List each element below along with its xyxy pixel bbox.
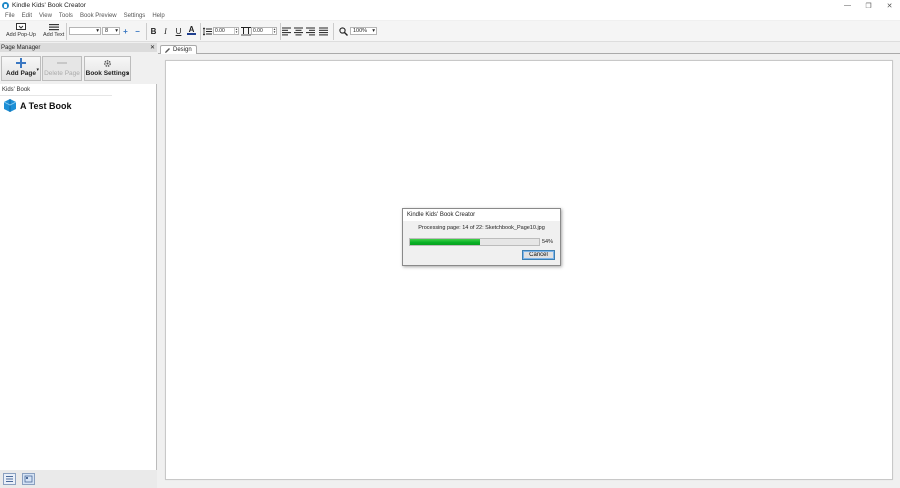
minus-icon — [57, 62, 67, 64]
tree-root-label: Kids' Book — [2, 87, 31, 93]
list-view-glyph — [6, 476, 13, 482]
menu-settings[interactable]: Settings — [124, 13, 146, 19]
toolbar-divider — [280, 23, 281, 40]
font-family-select[interactable]: ▾ — [69, 27, 101, 35]
page-manager-title: Page Manager — [1, 44, 41, 51]
toolbar-divider — [200, 23, 201, 40]
book-tree-item[interactable]: A Test Book — [3, 99, 72, 112]
add-popup-button[interactable]: Add Pop-Up — [6, 23, 36, 38]
chevron-down-icon: ▾ — [372, 28, 375, 34]
window-title: Kindle Kids' Book Creator — [12, 2, 86, 9]
close-icon[interactable]: ✕ — [150, 44, 155, 51]
character-spacing-input[interactable]: 0.00 ▴ ▾ — [251, 27, 277, 35]
app-logo-icon — [2, 2, 9, 9]
title-bar: Kindle Kids' Book Creator — ❐ ✕ — [0, 0, 900, 11]
add-page-button[interactable]: Add Page ▾ — [1, 56, 41, 81]
menu-edit[interactable]: Edit — [22, 13, 32, 19]
zoom-icon — [339, 27, 348, 36]
plus-icon — [16, 58, 26, 68]
cancel-button[interactable]: Cancel — [522, 250, 555, 260]
progress-percent: 54% — [542, 239, 554, 245]
spin-arrows-icon[interactable]: ▴ ▾ — [272, 27, 276, 34]
align-justify-icon[interactable] — [319, 27, 328, 36]
thumbnail-view-icon[interactable] — [22, 473, 35, 485]
character-spacing-icon — [241, 27, 251, 36]
toolbar-divider — [146, 23, 147, 40]
formatting-toolbar: Add Pop-Up Add Text ▾ 8 ▾ + − B I U A 0.… — [0, 21, 900, 42]
align-center-icon[interactable] — [294, 27, 303, 36]
font-size-select[interactable]: 8 ▾ — [102, 27, 120, 35]
tab-design-label: Design — [173, 47, 192, 53]
book-icon — [3, 99, 17, 112]
progress-bar — [409, 238, 540, 246]
tab-strip-line — [158, 53, 900, 54]
italic-button[interactable]: I — [161, 26, 170, 36]
delete-page-button[interactable]: Delete Page — [42, 56, 82, 81]
menu-file[interactable]: File — [5, 13, 15, 19]
align-left-icon[interactable] — [282, 27, 291, 36]
progress-bar-fill — [410, 239, 480, 245]
font-size-value: 8 — [105, 28, 109, 34]
book-settings-label: Book Settings — [85, 70, 130, 77]
bold-button[interactable]: B — [149, 26, 158, 36]
delete-page-label: Delete Page — [44, 70, 80, 77]
menu-tools[interactable]: Tools — [59, 13, 73, 19]
window-controls: — ❐ ✕ — [837, 0, 900, 11]
decrease-size-icon[interactable]: − — [133, 26, 142, 36]
book-title: A Test Book — [20, 100, 72, 111]
toolbar-divider — [333, 23, 334, 40]
underline-button[interactable]: U — [174, 26, 183, 36]
list-view-icon[interactable] — [3, 473, 16, 485]
book-settings-button[interactable]: Book Settings ▾ — [84, 56, 131, 81]
line-spacing-input[interactable]: 0.00 ▴ ▾ — [213, 27, 239, 35]
page-manager-header: Page Manager ✕ — [0, 43, 157, 52]
menu-bar: File Edit View Tools Book Preview Settin… — [0, 11, 900, 20]
chevron-down-icon: ▾ — [126, 71, 129, 77]
thumbnail-view-glyph — [24, 475, 33, 483]
toolbar-divider — [66, 23, 67, 40]
add-popup-label: Add Pop-Up — [6, 32, 36, 38]
pencil-icon — [165, 47, 170, 53]
add-text-label: Add Text — [43, 32, 65, 38]
divider — [0, 95, 112, 96]
tab-design[interactable]: Design — [160, 45, 197, 54]
chevron-down-icon: ▾ — [36, 67, 39, 73]
page-manager-toolbar: Add Page ▾ Delete Page Book Settings ▾ — [0, 53, 157, 83]
menu-view[interactable]: View — [39, 13, 52, 19]
view-switcher — [0, 470, 157, 488]
page-canvas[interactable] — [165, 60, 893, 480]
popup-icon — [15, 23, 26, 30]
add-text-button[interactable]: Add Text — [43, 23, 64, 38]
menu-book-preview[interactable]: Book Preview — [80, 13, 117, 19]
increase-size-icon[interactable]: + — [121, 26, 130, 36]
add-page-label: Add Page — [6, 70, 36, 77]
zoom-select[interactable]: 100% ▾ — [350, 27, 377, 35]
align-right-icon[interactable] — [306, 27, 315, 36]
page-tree: Kids' Book A Test Book — [0, 84, 157, 470]
restore-button[interactable]: ❐ — [858, 0, 879, 11]
spin-arrows-icon[interactable]: ▴ ▾ — [234, 27, 238, 34]
character-spacing-value: 0.00 — [253, 28, 263, 34]
dialog-message: Processing page: 14 of 22: Sketchbook_Pa… — [418, 225, 545, 231]
gear-icon — [104, 60, 111, 67]
chevron-down-icon: ▾ — [96, 28, 99, 34]
line-spacing-value: 0.00 — [215, 28, 225, 34]
minimize-button[interactable]: — — [837, 0, 858, 11]
dialog-title: Kindle Kids' Book Creator — [403, 209, 560, 221]
progress-dialog: Kindle Kids' Book Creator Processing pag… — [402, 208, 561, 266]
close-button[interactable]: ✕ — [879, 0, 900, 11]
text-lines-icon — [48, 24, 59, 31]
line-spacing-icon — [203, 27, 212, 36]
menu-help[interactable]: Help — [152, 13, 164, 19]
zoom-value: 100% — [353, 28, 368, 34]
chevron-down-icon: ▾ — [115, 28, 118, 34]
font-color-button[interactable]: A — [187, 25, 196, 35]
